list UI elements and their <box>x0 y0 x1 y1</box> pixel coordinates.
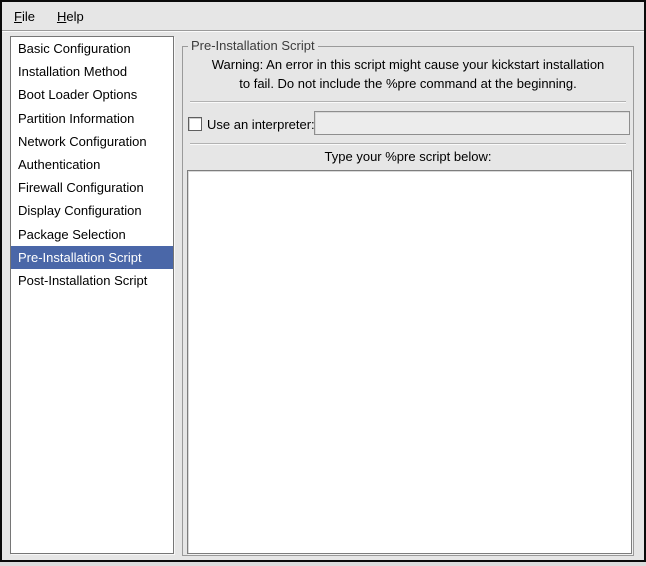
sidebar-item-package-selection[interactable]: Package Selection <box>11 223 173 246</box>
warning-text: Warning: An error in this script might c… <box>183 55 633 93</box>
pre-installation-script-frame: Pre-Installation Script Warning: An erro… <box>182 46 634 556</box>
menu-bar: File Help <box>2 2 644 31</box>
sidebar-item-pre-installation-script[interactable]: Pre-Installation Script <box>11 246 173 269</box>
sidebar-item-partition-information[interactable]: Partition Information <box>11 107 173 130</box>
sidebar-item-post-installation-script[interactable]: Post-Installation Script <box>11 269 173 292</box>
kickstart-configurator-app: File Help Basic Configuration Installati… <box>0 0 646 566</box>
menu-help[interactable]: Help <box>55 7 86 26</box>
sidebar-item-basic-configuration[interactable]: Basic Configuration <box>11 37 173 60</box>
sidebar-item-display-configuration[interactable]: Display Configuration <box>11 199 173 222</box>
app-window: File Help Basic Configuration Installati… <box>0 0 646 562</box>
script-instruction-label: Type your %pre script below: <box>183 149 633 164</box>
warning-line-1: Warning: An error in this script might c… <box>183 55 633 74</box>
menu-file[interactable]: File <box>12 7 37 26</box>
category-list: Basic Configuration Installation Method … <box>10 36 174 554</box>
sidebar-item-installation-method[interactable]: Installation Method <box>11 60 173 83</box>
interpreter-row: Use an interpreter: <box>183 109 633 139</box>
use-interpreter-checkbox[interactable] <box>188 117 202 131</box>
pre-script-textarea[interactable] <box>187 170 632 554</box>
sidebar-item-network-configuration[interactable]: Network Configuration <box>11 130 173 153</box>
sidebar-item-boot-loader-options[interactable]: Boot Loader Options <box>11 83 173 106</box>
sidebar-item-firewall-configuration[interactable]: Firewall Configuration <box>11 176 173 199</box>
warning-line-2: to fail. Do not include the %pre command… <box>183 74 633 93</box>
frame-title: Pre-Installation Script <box>188 38 318 53</box>
use-interpreter-label: Use an interpreter: <box>207 117 315 132</box>
sidebar-item-authentication[interactable]: Authentication <box>11 153 173 176</box>
separator <box>190 101 626 102</box>
separator <box>190 143 626 144</box>
interpreter-input[interactable] <box>314 111 630 135</box>
window-edge <box>0 562 646 566</box>
